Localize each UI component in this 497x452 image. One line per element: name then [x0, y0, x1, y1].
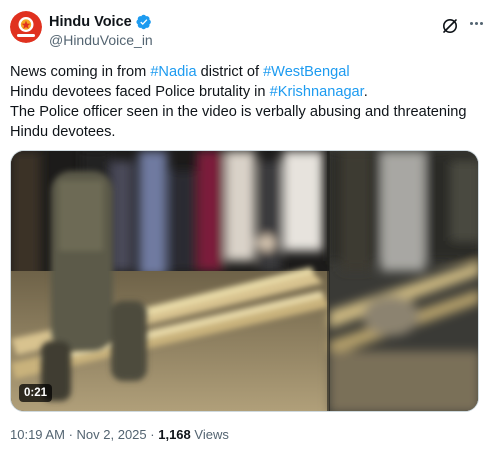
tweet-text-segment: Hindu devotees faced Police brutality in	[10, 84, 270, 100]
dot	[479, 21, 483, 25]
tweet-text-line: Hindu devotees faced Police brutality in…	[10, 82, 488, 102]
tweet-text-segment: district of	[196, 64, 264, 80]
grok-icon[interactable]	[441, 17, 459, 35]
avatar[interactable]	[10, 11, 42, 43]
video-duration: 0:21	[19, 384, 53, 402]
display-name[interactable]: Hindu Voice	[49, 13, 132, 31]
tweet-text: News coming in from #Nadia district of #…	[10, 62, 488, 142]
tweet-text-segment: The Police officer seen in the video is …	[10, 104, 467, 120]
tweet-text-line: Hindu devotees.	[10, 122, 488, 142]
hashtag-link[interactable]: #WestBengal	[263, 64, 350, 80]
tweet-date[interactable]: Nov 2, 2025	[77, 427, 147, 442]
video-thumbnail	[11, 151, 478, 411]
tweet-text-line: The Police officer seen in the video is …	[10, 102, 488, 122]
more-options-icon[interactable]	[464, 13, 488, 33]
tweet-time[interactable]: 10:19 AM	[10, 427, 65, 442]
meta-separator: ·	[68, 427, 73, 442]
views-count: 1,168	[158, 427, 191, 442]
hashtag-link[interactable]: #Nadia	[150, 64, 196, 80]
tweet-text-segment: News coming in from	[10, 64, 151, 80]
dot	[469, 21, 473, 25]
tweet-meta: 10:19 AM · Nov 2, 2025 · 1,168 Views	[10, 427, 229, 443]
tweet-card: Hindu Voice @HinduVoice_in News coming i…	[0, 0, 497, 452]
tweet-text-segment: Hindu devotees.	[10, 124, 116, 140]
author-name-row[interactable]: Hindu Voice	[49, 13, 152, 31]
tweet-text-segment: .	[363, 84, 368, 100]
video-player[interactable]: 0:21	[10, 150, 479, 412]
dot	[474, 21, 478, 25]
views-label: Views	[194, 427, 229, 442]
verified-badge-icon	[136, 14, 152, 30]
author-handle[interactable]: @HinduVoice_in	[49, 32, 153, 48]
tweet-text-line: News coming in from #Nadia district of #…	[10, 62, 488, 82]
hashtag-link[interactable]: #Krishnanagar	[270, 84, 364, 100]
meta-separator: ·	[150, 427, 155, 442]
